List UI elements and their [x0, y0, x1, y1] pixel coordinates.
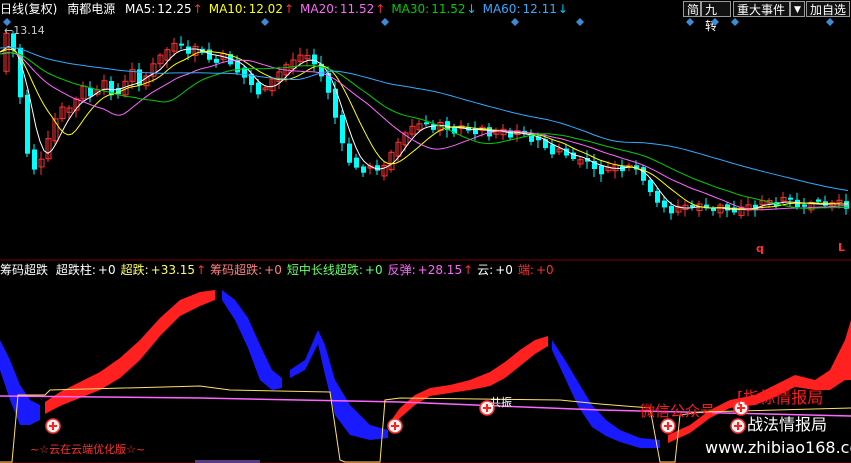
- indicator-pane: [0, 290, 851, 463]
- watermark-wechat: 微信公众号: [640, 402, 716, 420]
- candle-body: [214, 58, 219, 63]
- decline-band: [222, 290, 282, 390]
- candle-body: [648, 180, 653, 193]
- candle-body: [375, 165, 380, 171]
- candle-body: [424, 122, 429, 125]
- ma60-line: [0, 46, 849, 192]
- high-price-label: ←13.14: [4, 24, 45, 37]
- candle-body: [354, 157, 359, 168]
- ma10-line: [0, 48, 849, 210]
- high-price-arrow-icon: ←: [4, 24, 14, 37]
- event-markers[interactable]: [3, 18, 834, 26]
- candle-body: [347, 143, 352, 163]
- marker-q: q: [756, 242, 764, 255]
- candle-body: [312, 54, 317, 65]
- event-diamond-icon[interactable]: [731, 18, 739, 26]
- candle-body: [340, 114, 345, 144]
- candle-body: [655, 191, 660, 203]
- chart-canvas[interactable]: [0, 0, 851, 463]
- candle-body: [179, 43, 184, 46]
- rise-band: [390, 336, 548, 430]
- candle-body: [32, 149, 37, 170]
- candle-body: [88, 87, 93, 97]
- ma30-line: [0, 52, 849, 209]
- candle-body: [816, 199, 821, 202]
- candle-body: [599, 165, 604, 175]
- rise-band: [45, 290, 215, 414]
- ma20-line: [0, 52, 849, 211]
- candle-body: [431, 124, 436, 130]
- candle-body: [25, 94, 30, 154]
- candle-body: [662, 200, 667, 208]
- decline-band: [552, 340, 660, 448]
- event-diamond-icon[interactable]: [686, 18, 694, 26]
- event-diamond-icon[interactable]: [261, 18, 269, 26]
- candle-body: [690, 205, 695, 208]
- moving-average-lines: [0, 46, 849, 211]
- marker-L: L: [838, 241, 846, 254]
- candle-body: [487, 127, 492, 137]
- candle-body: [361, 166, 366, 173]
- candle-body: [802, 204, 807, 207]
- candlesticks: [3, 30, 849, 220]
- event-diamond-icon[interactable]: [826, 18, 834, 26]
- event-diamond-icon[interactable]: [576, 18, 584, 26]
- watermark-brand-1: [指标情报局: [737, 388, 824, 407]
- decline-band: [0, 340, 40, 425]
- candle-body: [186, 46, 191, 54]
- decline-band: [290, 330, 388, 440]
- candle-body: [788, 197, 793, 200]
- resonance-label: 共振: [490, 396, 512, 409]
- event-diamond-icon[interactable]: [711, 18, 719, 26]
- watermark-brand-2: 战法情报局: [747, 415, 828, 434]
- candle-body: [550, 144, 555, 155]
- event-diamond-icon[interactable]: [381, 18, 389, 26]
- candle-body: [711, 208, 716, 212]
- candle-body: [256, 82, 261, 95]
- candle-body: [669, 205, 674, 214]
- event-diamond-icon[interactable]: [511, 18, 519, 26]
- watermark-left: ~☆云在云端优化版☆~: [30, 443, 146, 456]
- watermark-url: www.zhibiao168.com: [705, 438, 851, 457]
